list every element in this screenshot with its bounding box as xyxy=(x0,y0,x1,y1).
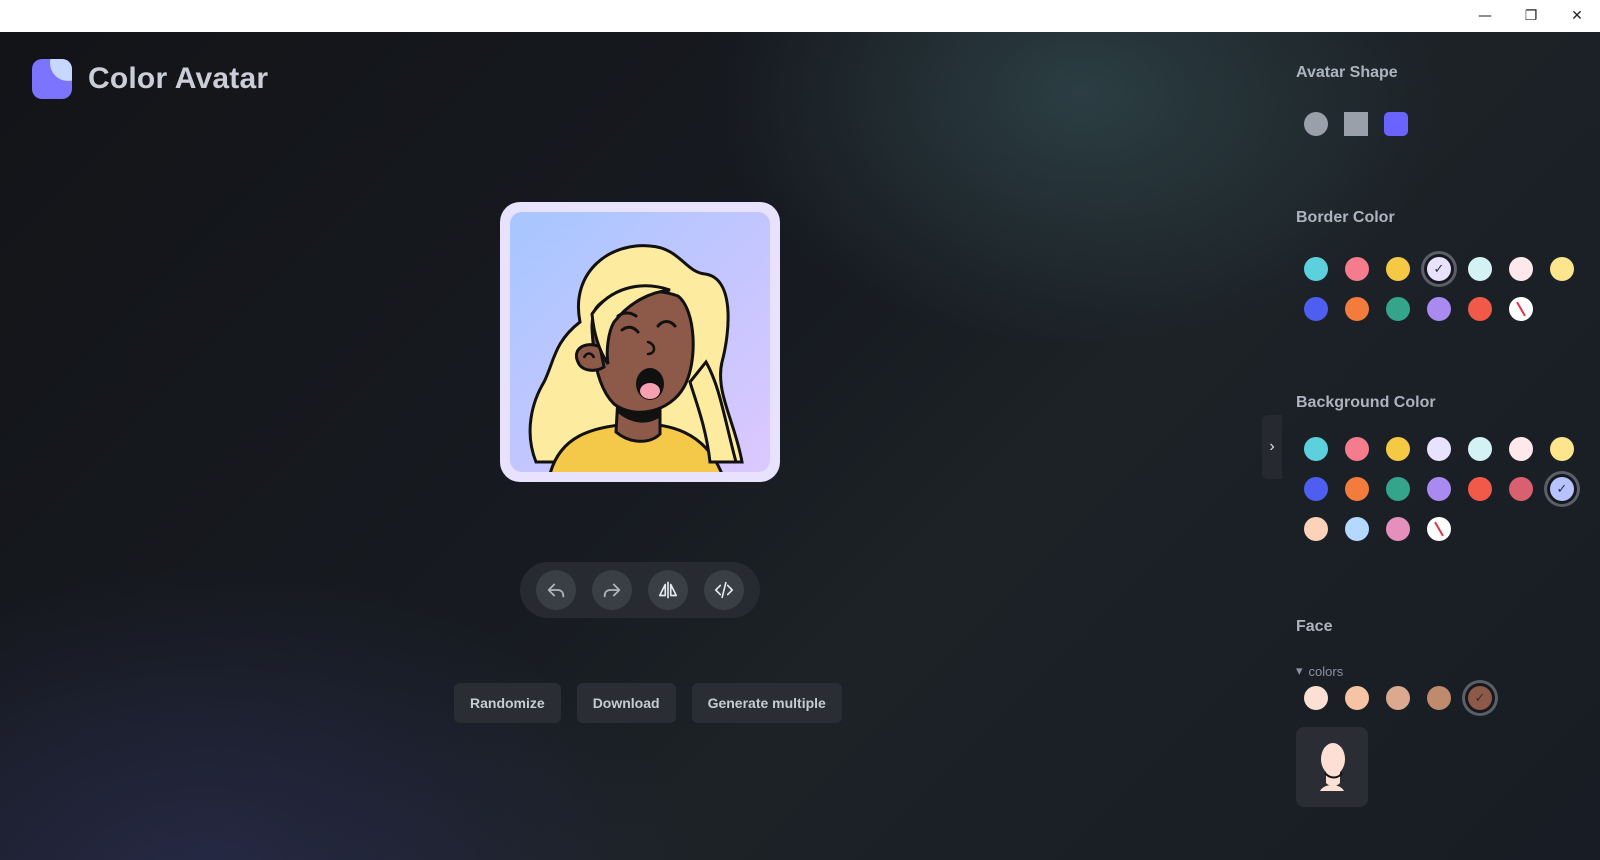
redo-icon xyxy=(603,583,621,598)
background-color-swatch-3[interactable] xyxy=(1386,437,1410,461)
shape-option-square[interactable] xyxy=(1344,112,1368,136)
background-color-swatch-8[interactable] xyxy=(1304,477,1328,501)
background-color-swatch-7[interactable] xyxy=(1550,437,1574,461)
background-color-swatch-12[interactable] xyxy=(1468,477,1492,501)
background-color-title: Background Color xyxy=(1296,394,1436,411)
settings-panel: Avatar Shape Border Color ✓ Background C… xyxy=(1296,32,1596,860)
chevron-right-icon: › xyxy=(1269,438,1275,455)
flip-button[interactable] xyxy=(648,570,688,610)
face-color-swatch-2[interactable] xyxy=(1345,686,1369,710)
face-colors-toggle[interactable]: ▾ colors xyxy=(1296,663,1343,679)
border-color-swatch-8[interactable] xyxy=(1304,297,1328,321)
undo-icon xyxy=(547,583,565,598)
shape-option-squircle[interactable] xyxy=(1384,112,1408,136)
avatar-shape-title: Avatar Shape xyxy=(1296,64,1398,81)
face-color-swatch-1[interactable] xyxy=(1304,686,1328,710)
face-color-swatches: ✓ xyxy=(1304,686,1574,710)
border-color-swatch-12[interactable] xyxy=(1468,297,1492,321)
background-color-swatch-4[interactable] xyxy=(1427,437,1451,461)
window-titlebar: — ❐ ✕ xyxy=(0,0,1600,32)
border-color-swatch-11[interactable] xyxy=(1427,297,1451,321)
face-color-swatch-4[interactable] xyxy=(1427,686,1451,710)
background-color-swatch-none[interactable] xyxy=(1427,517,1451,541)
border-color-swatches: ✓ xyxy=(1304,257,1574,321)
border-color-title: Border Color xyxy=(1296,209,1395,226)
border-color-swatch-1[interactable] xyxy=(1304,257,1328,281)
undo-button[interactable] xyxy=(536,570,576,610)
caret-down-icon: ▾ xyxy=(1296,663,1303,678)
border-color-swatch-none[interactable] xyxy=(1509,297,1533,321)
face-title: Face xyxy=(1296,618,1333,635)
randomize-button[interactable]: Randomize xyxy=(454,683,561,723)
check-icon: ✓ xyxy=(1433,261,1445,277)
background-color-swatch-6[interactable] xyxy=(1509,437,1533,461)
face-color-swatch-3[interactable] xyxy=(1386,686,1410,710)
border-color-swatch-10[interactable] xyxy=(1386,297,1410,321)
border-color-swatch-5[interactable] xyxy=(1468,257,1492,281)
code-button[interactable] xyxy=(704,570,744,610)
avatar-tongue xyxy=(640,383,660,399)
background-color-swatch-5[interactable] xyxy=(1468,437,1492,461)
check-icon: ✓ xyxy=(1556,481,1568,497)
background-color-swatch-15[interactable] xyxy=(1304,517,1328,541)
border-color-swatch-4[interactable]: ✓ xyxy=(1427,257,1451,281)
background-color-swatch-13[interactable] xyxy=(1509,477,1533,501)
close-button[interactable]: ✕ xyxy=(1554,0,1600,32)
logo-icon xyxy=(32,59,72,99)
restore-button[interactable]: ❐ xyxy=(1508,0,1554,32)
background-color-swatch-14[interactable]: ✓ xyxy=(1550,477,1574,501)
generate-multiple-button[interactable]: Generate multiple xyxy=(691,683,842,723)
background-color-swatches: ✓ xyxy=(1304,437,1574,541)
action-buttons: Randomize Download Generate multiple xyxy=(454,683,842,723)
avatar-preview xyxy=(500,202,780,482)
shape-option-circle[interactable] xyxy=(1304,112,1328,136)
avatar-illustration xyxy=(528,244,744,472)
redo-button[interactable] xyxy=(592,570,632,610)
background-color-swatch-1[interactable] xyxy=(1304,437,1328,461)
background-color-swatch-11[interactable] xyxy=(1427,477,1451,501)
avatar-background xyxy=(510,212,770,472)
app-root: Color Avatar Randomize Download Generate… xyxy=(0,32,1600,860)
check-icon: ✓ xyxy=(1474,690,1486,706)
background-color-swatch-2[interactable] xyxy=(1345,437,1369,461)
minimize-button[interactable]: — xyxy=(1462,0,1508,32)
background-color-swatch-9[interactable] xyxy=(1345,477,1369,501)
background-color-swatch-16[interactable] xyxy=(1345,517,1369,541)
border-color-swatch-9[interactable] xyxy=(1345,297,1369,321)
download-button[interactable]: Download xyxy=(576,683,676,723)
app-logo: Color Avatar xyxy=(32,59,268,99)
avatar-toolbar xyxy=(520,562,760,618)
background-color-swatch-17[interactable] xyxy=(1386,517,1410,541)
app-title: Color Avatar xyxy=(88,62,269,95)
border-color-swatch-2[interactable] xyxy=(1345,257,1369,281)
face-color-swatch-5[interactable]: ✓ xyxy=(1468,686,1492,710)
border-color-swatch-7[interactable] xyxy=(1550,257,1574,281)
background-color-swatch-10[interactable] xyxy=(1386,477,1410,501)
border-color-swatch-3[interactable] xyxy=(1386,257,1410,281)
face-shape-icon xyxy=(1320,743,1345,791)
face-colors-label: colors xyxy=(1308,663,1344,679)
panel-collapse-button[interactable]: › xyxy=(1262,415,1282,479)
code-icon xyxy=(714,581,734,599)
flip-icon xyxy=(658,581,678,599)
face-option-thumbnail[interactable] xyxy=(1296,727,1368,807)
border-color-swatch-6[interactable] xyxy=(1509,257,1533,281)
avatar-shape-options xyxy=(1304,112,1408,136)
